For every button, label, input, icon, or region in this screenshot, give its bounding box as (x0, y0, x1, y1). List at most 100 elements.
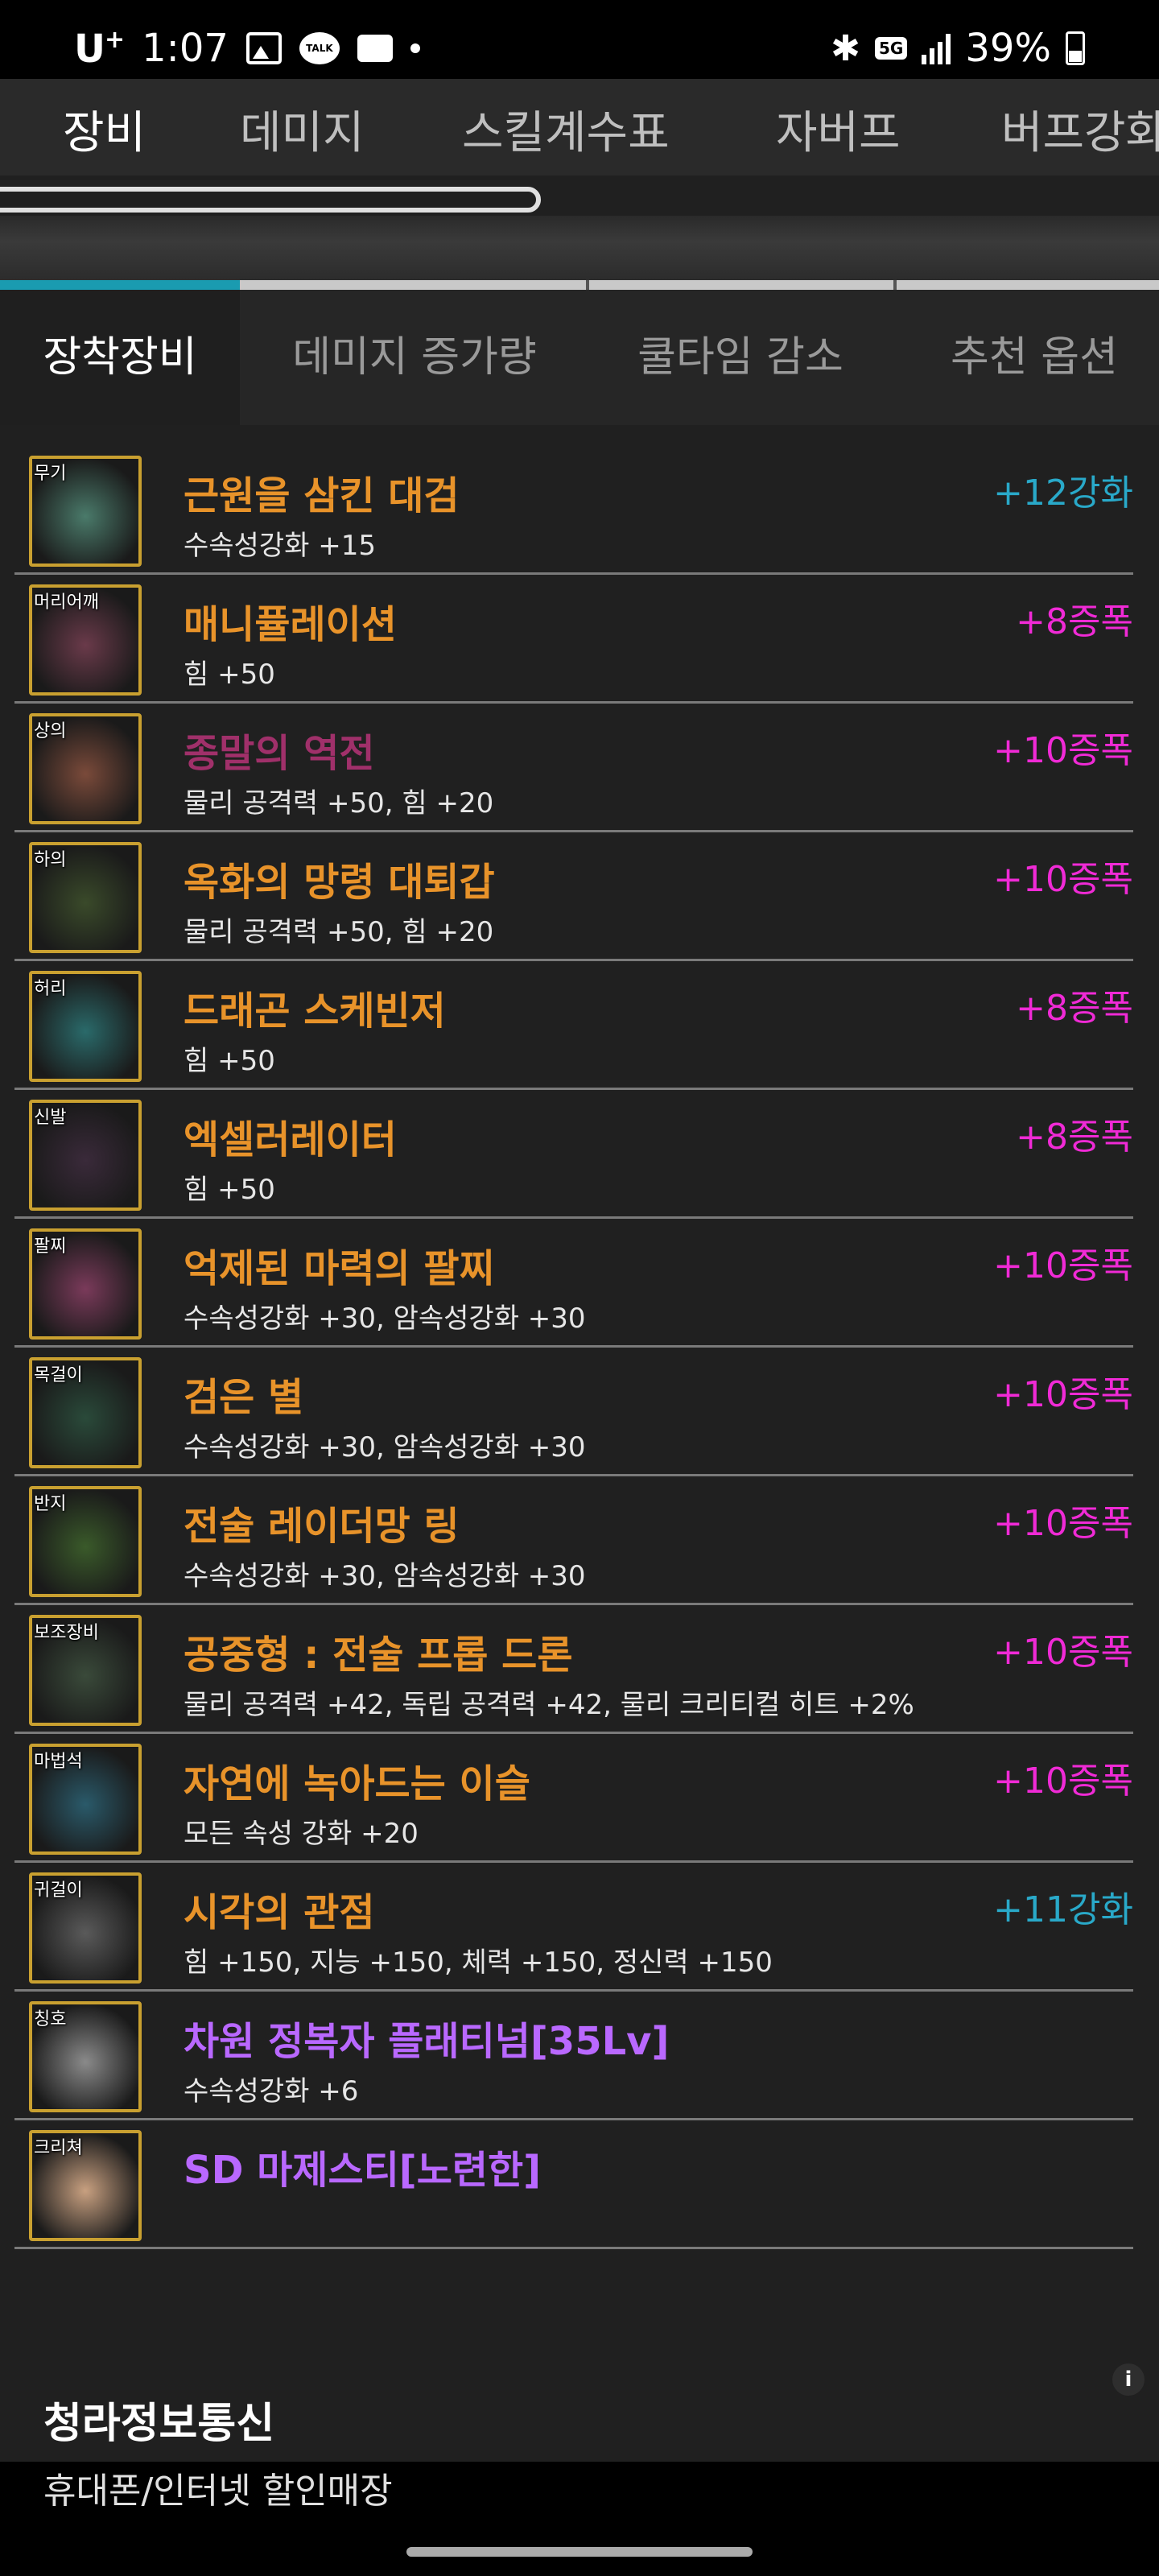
tab-buff-enhance[interactable]: 버프강화 (1001, 97, 1159, 162)
status-left: U+ 1:07 TALK (74, 23, 420, 74)
slot-label: 신발 (34, 1108, 67, 1128)
top-tab-bar[interactable]: 장비 데미지 스킬계수표 자버프 버프강화 (0, 79, 1159, 175)
item-options: 수속성강화 +15 (184, 530, 376, 562)
item-thumbnail: 크리쳐 (29, 2130, 142, 2241)
tab-skill-coefficient[interactable]: 스킬계수표 (462, 97, 670, 162)
slot-label: 칭호 (34, 2009, 67, 2029)
slot-label: 보조장비 (34, 1623, 99, 1643)
item-thumbnail: 신발 (29, 1100, 142, 1211)
sub-tab-bar[interactable]: 장착장비 데미지 증가량 쿨타임 감소 추천 옵션 (0, 290, 1159, 425)
equipment-row[interactable]: 신발 엑셀러레이터 힘 +50 +8증폭 (14, 1090, 1133, 1219)
clock: 1:07 (142, 26, 229, 71)
indicator-separator (586, 280, 589, 290)
item-options: 물리 공격력 +42, 독립 공격력 +42, 물리 크리티컬 히트 +2% (184, 1689, 914, 1721)
ad-subtitle[interactable]: 휴대폰/인터넷 할인매장 (43, 2462, 393, 2513)
divider-band (0, 216, 1159, 280)
subtab-damage-increase[interactable]: 데미지 증가량 (266, 290, 563, 425)
app-content: 장비 데미지 스킬계수표 자버프 버프강화 장착장비 데미지 증가량 쿨타임 감… (0, 79, 1159, 2512)
item-name: 검은 별 (184, 1375, 304, 1420)
fiveg-icon: 5G (874, 37, 908, 60)
item-name: 드래곤 스케빈저 (184, 989, 446, 1034)
battery-percent: 39% (965, 26, 1051, 71)
item-name: 매니퓰레이션 (184, 602, 397, 647)
ad-title[interactable]: 청라정보통신 (43, 2389, 274, 2450)
equipment-row[interactable]: 반지 전술 레이더망 링 수속성강화 +30, 암속성강화 +30 +10증폭 (14, 1476, 1133, 1605)
slot-label: 허리 (34, 979, 67, 999)
ad-info-icon[interactable]: i (1112, 2363, 1145, 2396)
subtab-recommended-options[interactable]: 추천 옵션 (926, 290, 1143, 425)
item-options: 수속성강화 +30, 암속성강화 +30 (184, 1560, 586, 1592)
tab-self-buff[interactable]: 자버프 (776, 97, 901, 162)
equipment-row[interactable]: 무기 근원을 삼킨 대검 수속성강화 +15 +12강화 (14, 446, 1133, 575)
signal-strength-icon (922, 32, 951, 64)
item-thumbnail: 허리 (29, 971, 142, 1082)
equipment-row[interactable]: 머리어깨 매니퓰레이션힘 +50 +8증폭 (14, 575, 1133, 704)
item-options: 수속성강화 +30, 암속성강화 +30 (184, 1431, 586, 1463)
item-thumbnail: 목걸이 (29, 1357, 142, 1468)
equipment-row[interactable]: 칭호차원 정복자 플래티넘[35Lv] 수속성강화 +6 (14, 1992, 1133, 2120)
subtab-equipped[interactable]: 장착장비 (0, 290, 240, 425)
item-upgrade: +10증폭 (993, 1245, 1133, 1286)
status-right: ✱ 5G 39% (831, 23, 1085, 74)
item-upgrade: +8증폭 (1016, 1117, 1133, 1158)
slot-label: 반지 (34, 1494, 67, 1514)
equipment-row[interactable]: 팔찌 억제된 마력의 팔찌 수속성강화 +30, 암속성강화 +30 +10증폭 (14, 1219, 1133, 1348)
item-thumbnail: 하의 (29, 842, 142, 953)
item-upgrade: +10증폭 (993, 859, 1133, 900)
item-name: 시각의 관점 (184, 1890, 375, 1935)
item-upgrade: +10증폭 (993, 730, 1133, 771)
item-thumbnail: 팔찌 (29, 1228, 142, 1340)
navigation-bar (0, 2524, 1159, 2576)
item-upgrade: +10증폭 (993, 1374, 1133, 1415)
home-gesture-bar[interactable] (406, 2547, 753, 2557)
more-notifications-dot-icon (410, 43, 420, 53)
tab-equipment[interactable]: 장비 (63, 97, 146, 162)
indicator-separator (893, 280, 897, 290)
item-name: 옥화의 망령 대퇴갑 (184, 860, 495, 905)
item-options: 힘 +50 (184, 658, 275, 691)
carrier-label: U+ (74, 25, 125, 72)
tab-scroll-indicator[interactable] (0, 187, 541, 213)
slot-label: 마법석 (34, 1752, 83, 1772)
item-thumbnail: 머리어깨 (29, 584, 142, 696)
item-name: SD 마제스티[노련한] (184, 2148, 542, 2193)
item-options: 물리 공격력 +50, 힘 +20 (184, 916, 494, 948)
item-name: 자연에 녹아드는 이슬 (184, 1761, 530, 1806)
item-thumbnail: 칭호 (29, 2001, 142, 2112)
bluetooth-icon: ✱ (831, 27, 860, 69)
item-name: 공중형 : 전술 프롭 드론 (184, 1633, 573, 1678)
slot-label: 하의 (34, 850, 67, 870)
kakaotalk-notification-icon: TALK (299, 32, 340, 64)
status-bar: U+ 1:07 TALK ✱ 5G 39% (0, 0, 1159, 79)
item-thumbnail: 무기 (29, 456, 142, 567)
slot-label: 무기 (34, 464, 67, 484)
slot-label: 목걸이 (34, 1365, 83, 1385)
equipment-row[interactable]: 하의옥화의 망령 대퇴갑물리 공격력 +50, 힘 +20 +10증폭 (14, 832, 1133, 961)
item-name: 차원 정복자 플래티넘[35Lv] (184, 2019, 670, 2064)
equipment-row[interactable]: 상의 종말의 역전 물리 공격력 +50, 힘 +20 +10증폭 (14, 704, 1133, 832)
item-name: 전술 레이더망 링 (184, 1504, 460, 1549)
battery-icon (1066, 31, 1085, 65)
equipment-row[interactable]: 마법석 자연에 녹아드는 이슬모든 속성 강화 +20 +10증폭 (14, 1734, 1133, 1863)
subtab-cooldown-reduction[interactable]: 쿨타임 감소 (620, 290, 861, 425)
equipment-row[interactable]: 허리 드래곤 스케빈저 힘 +50 +8증폭 (14, 961, 1133, 1090)
item-options: 물리 공격력 +50, 힘 +20 (184, 787, 494, 819)
equipment-row[interactable]: 목걸이검은 별수속성강화 +30, 암속성강화 +30 +10증폭 (14, 1348, 1133, 1476)
item-options: 모든 속성 강화 +20 (184, 1818, 419, 1850)
equipment-list: 무기 근원을 삼킨 대검 수속성강화 +15 +12강화 머리어깨 매니퓰레이션 힘 +50… (14, 446, 1133, 2249)
item-options: 수속성강화 +6 (184, 2075, 359, 2107)
item-upgrade: +10증폭 (993, 1761, 1133, 1802)
equipment-row[interactable]: 크리쳐 SD 마제스티[노련한] (14, 2120, 1133, 2249)
item-options: 힘 +50 (184, 1045, 275, 1077)
sub-tab-indicator-active (0, 280, 240, 290)
equipment-row[interactable]: 보조장비공중형 : 전술 프롭 드론물리 공격력 +42, 독립 공격력 +42… (14, 1605, 1133, 1734)
slot-label: 크리쳐 (34, 2138, 83, 2158)
item-thumbnail: 보조장비 (29, 1615, 142, 1726)
tab-damage[interactable]: 데미지 (240, 97, 365, 162)
equipment-row[interactable]: 귀걸이 시각의 관점 힘 +150, 지능 +150, 체력 +150, 정신력 +… (14, 1863, 1133, 1992)
item-upgrade: +8증폭 (1016, 601, 1133, 642)
item-name: 근원을 삼킨 대검 (184, 473, 460, 518)
item-thumbnail: 마법석 (29, 1744, 142, 1855)
slot-label: 상의 (34, 721, 67, 741)
item-options: 수속성강화 +30, 암속성강화 +30 (184, 1302, 586, 1335)
